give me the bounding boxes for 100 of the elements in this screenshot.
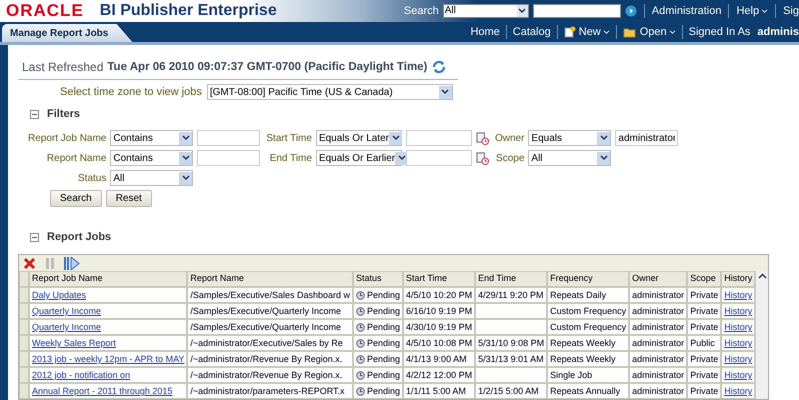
table-cell: Repeats Weekly — [547, 351, 630, 367]
chevron-up-icon[interactable] — [758, 273, 767, 279]
filter-input[interactable] — [406, 150, 472, 166]
chevron-down-icon — [518, 8, 526, 14]
table-cell: /~administrator/Revenue By Region.x. — [187, 367, 353, 383]
clock-icon — [356, 306, 365, 316]
column-header[interactable]: End Time — [475, 271, 548, 287]
filter-label: Report Name — [46, 152, 106, 164]
signed-in-label: Signed In As — [688, 26, 750, 38]
table-cell: 1/1/11 5:00 AM — [403, 383, 476, 399]
clock-icon — [356, 386, 365, 396]
chevron-down-icon — [182, 135, 190, 141]
job-link[interactable]: 2012 job - notification on — [32, 370, 130, 380]
filter-button[interactable]: Search — [50, 190, 102, 207]
column-header[interactable]: Owner — [629, 271, 688, 287]
clock-icon — [356, 290, 365, 300]
row-selector[interactable] — [19, 303, 29, 319]
header-link[interactable]: Sig — [783, 5, 799, 17]
table-cell: 4/5/10 10:20 PM — [403, 287, 476, 303]
job-link[interactable]: 2013 job - weekly 12pm - APR to MAY — [32, 354, 184, 364]
column-header[interactable]: Scope — [687, 271, 722, 287]
row-selector[interactable] — [19, 367, 29, 383]
header-link[interactable]: Administration — [652, 5, 722, 17]
job-link[interactable]: Annual Report - 2011 through 2015 — [32, 386, 172, 396]
go-icon[interactable] — [624, 5, 637, 17]
history-link[interactable]: History — [724, 290, 752, 300]
filter-input[interactable] — [406, 130, 472, 146]
chevron-down-icon — [398, 155, 406, 161]
operator-select[interactable]: Contains — [110, 130, 194, 146]
table-cell: Repeats Weekly — [547, 335, 630, 351]
row-selector[interactable] — [19, 351, 29, 367]
job-link[interactable]: Quarterly Income — [32, 306, 102, 316]
column-header[interactable]: Start Time — [403, 271, 476, 287]
table-cell: administrator — [629, 303, 688, 319]
timezone-select[interactable]: [GMT-08:00] Pacific Time (US & Canada) — [206, 84, 453, 100]
history-link[interactable]: History — [724, 386, 752, 396]
chevron-down-icon — [441, 89, 450, 95]
refresh-icon[interactable] — [431, 59, 448, 75]
table-cell: 4/29/11 9:20 PM — [475, 287, 548, 303]
new-document-icon — [564, 26, 576, 38]
table-cell: 6/16/10 9:19 PM — [403, 303, 476, 319]
history-link[interactable]: History — [724, 306, 752, 316]
table-cell: Private — [687, 303, 722, 319]
calendar-clock-icon[interactable] — [476, 132, 489, 144]
delete-icon[interactable] — [23, 256, 36, 270]
filter-label: Start Time — [266, 132, 312, 144]
chevron-down-icon — [182, 175, 190, 181]
table-cell: administrator — [629, 383, 688, 399]
column-header[interactable]: History — [721, 271, 756, 287]
pause-icon[interactable] — [46, 258, 54, 268]
row-selector[interactable] — [19, 383, 29, 399]
header-link[interactable]: Help — [736, 5, 768, 17]
filter-input[interactable] — [197, 150, 260, 166]
operator-select[interactable]: Equals Or Later — [316, 130, 402, 146]
status-text: Pending — [367, 290, 400, 300]
operator-select[interactable]: Contains — [110, 150, 194, 166]
job-link[interactable]: Daly Updates — [32, 290, 86, 300]
nav-link[interactable]: New — [578, 26, 610, 38]
job-link[interactable]: Quarterly Income — [32, 322, 102, 332]
last-refreshed-label: Last Refreshed — [22, 60, 104, 74]
section-title: Report Jobs — [47, 231, 112, 243]
collapse-icon[interactable] — [30, 232, 39, 242]
scrollbar[interactable] — [755, 271, 768, 399]
collapse-icon[interactable] — [30, 110, 39, 118]
operator-select[interactable]: All — [110, 170, 194, 186]
column-header[interactable]: Status — [353, 271, 404, 287]
history-link[interactable]: History — [724, 338, 752, 348]
history-link[interactable]: History — [724, 354, 752, 364]
resume-icon[interactable] — [64, 256, 80, 270]
table-cell: /Samples/Executive/Quarterly Income — [187, 319, 353, 335]
manage-report-jobs-tab[interactable]: Manage Report Jobs — [2, 24, 132, 42]
table-cell: 5/31/10 9:08 PM — [475, 335, 548, 351]
column-header[interactable]: Frequency — [547, 271, 630, 287]
row-selector[interactable] — [19, 335, 29, 351]
column-header[interactable]: Report Name — [187, 271, 353, 287]
filter-input[interactable] — [197, 130, 260, 146]
nav-link[interactable]: Open — [640, 26, 676, 38]
filter-button[interactable]: Reset — [106, 190, 152, 207]
search-label: Search — [404, 5, 439, 17]
nav-link[interactable]: Catalog — [512, 26, 551, 38]
job-link[interactable]: Weekly Sales Report — [32, 338, 116, 348]
chevron-down-icon — [602, 30, 610, 34]
status-text: Pending — [367, 306, 400, 316]
history-link[interactable]: History — [724, 370, 752, 380]
table-cell: Public — [687, 335, 722, 351]
operator-select[interactable]: Equals — [528, 130, 612, 146]
history-link[interactable]: History — [724, 322, 752, 332]
operator-select[interactable]: All — [528, 150, 612, 166]
row-selector[interactable] — [19, 287, 29, 303]
column-header[interactable]: Report Job Name — [29, 271, 188, 287]
logo: ORACLE — [6, 1, 84, 21]
table-cell: 4/30/10 9:19 PM — [403, 319, 476, 335]
calendar-clock-icon[interactable] — [476, 152, 489, 164]
search-field[interactable] — [532, 4, 621, 18]
nav-link[interactable]: Home — [470, 26, 500, 38]
search-scope-select[interactable]: All — [442, 4, 529, 18]
table-cell: Private — [687, 287, 722, 303]
row-selector[interactable] — [19, 319, 29, 335]
table-cell: administrator — [629, 351, 688, 367]
table-cell: Repeats Annually — [547, 383, 630, 399]
